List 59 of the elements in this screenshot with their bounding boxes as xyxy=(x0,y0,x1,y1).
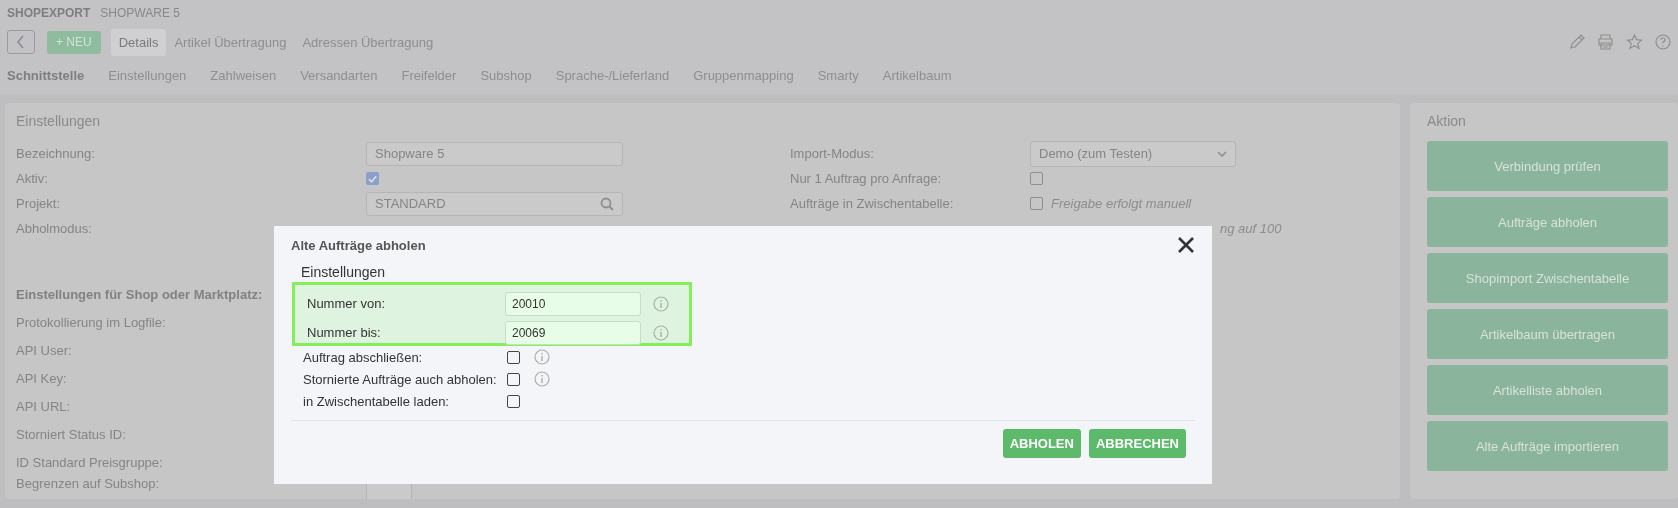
module-title: SHOPEXPORT xyxy=(7,6,91,20)
action-button[interactable]: Artikelliste abholen xyxy=(1427,365,1668,415)
field-label: API URL: xyxy=(16,398,71,414)
hint-text: Freigabe erfolgt manuell xyxy=(1051,196,1192,211)
search-icon xyxy=(600,196,614,211)
dropdown[interactable]: Demo (zum Testen) xyxy=(1030,140,1236,167)
input-field[interactable]: 20010 xyxy=(505,291,641,316)
chevron-down-icon xyxy=(1217,150,1227,157)
field-label: Nummer von: xyxy=(307,296,387,311)
module-subtitle: SHOPWARE 5 xyxy=(100,6,180,20)
field-label: Nur 1 Auftrag pro Anfrage: xyxy=(790,171,942,186)
field-label: Projekt: xyxy=(16,196,61,211)
field-label: Aktiv: xyxy=(16,171,48,186)
field-label: Stornierte Aufträge auch abholen: xyxy=(303,371,498,387)
field-label: Storniert Status ID: xyxy=(16,426,126,442)
field-label: API Key: xyxy=(16,370,67,386)
field-label: Auftrag abschließen: xyxy=(303,349,424,365)
field-label: API User: xyxy=(16,342,72,358)
search-field[interactable]: STANDARD xyxy=(366,191,623,216)
action-button[interactable]: Artikelbaum übertragen xyxy=(1427,309,1668,359)
section-heading: Einstellungen für Shop oder Marktplatz: xyxy=(16,286,263,302)
field-label: Protokollierung im Logfile: xyxy=(16,314,166,330)
action-button[interactable]: Shopimport Zwischentabelle xyxy=(1427,253,1668,303)
dialog-title: Alte Aufträge abholen xyxy=(291,237,426,253)
help-icon[interactable] xyxy=(1655,34,1671,50)
hint-text: ng auf 100 xyxy=(1220,221,1282,236)
field-label: Begrenzen auf Subshop: xyxy=(16,476,160,491)
back-button[interactable] xyxy=(7,30,35,54)
new-button[interactable]: + NEU xyxy=(47,30,101,54)
chevron-left-icon xyxy=(16,35,26,49)
field-label: Bezeichnung: xyxy=(16,146,95,161)
checkbox[interactable] xyxy=(507,350,520,364)
action-button[interactable]: Aufträge abholen xyxy=(1427,197,1668,247)
pencil-icon[interactable] xyxy=(1569,34,1585,50)
field-label: ID Standard Preisgruppe: xyxy=(16,454,163,470)
close-icon[interactable] xyxy=(1177,236,1195,254)
dialog-button[interactable]: ABBRECHEN xyxy=(1088,429,1186,458)
field-label: Nummer bis: xyxy=(307,325,382,340)
panel-title: Aktion xyxy=(1427,113,1467,129)
input-field[interactable]: 20069 xyxy=(505,320,641,345)
action-button[interactable]: Alte Aufträge importieren xyxy=(1427,421,1668,471)
tab[interactable]: Schnittstelle xyxy=(7,67,85,83)
field-label: in Zwischentabelle laden: xyxy=(303,393,450,409)
field-label: Aufträge in Zwischentabelle: xyxy=(790,196,954,211)
printer-icon[interactable] xyxy=(1597,34,1614,50)
text-field[interactable]: Shopware 5 xyxy=(366,141,623,166)
tab[interactable]: Details xyxy=(110,28,167,56)
checkbox[interactable] xyxy=(507,372,520,386)
field-label: Import-Modus: xyxy=(790,146,874,161)
checkbox[interactable] xyxy=(507,394,520,408)
section-title: Einstellungen xyxy=(301,264,387,280)
action-button[interactable]: Verbindung prüfen xyxy=(1427,141,1668,191)
checkbox[interactable] xyxy=(1030,172,1043,185)
panel-title: Einstellungen xyxy=(16,113,102,129)
dialog-button[interactable]: ABHOLEN xyxy=(1002,429,1081,458)
star-icon[interactable] xyxy=(1626,34,1643,50)
field-label: Abholmodus: xyxy=(16,221,92,236)
checkbox[interactable] xyxy=(366,172,379,185)
checkbox[interactable] xyxy=(1030,197,1043,210)
